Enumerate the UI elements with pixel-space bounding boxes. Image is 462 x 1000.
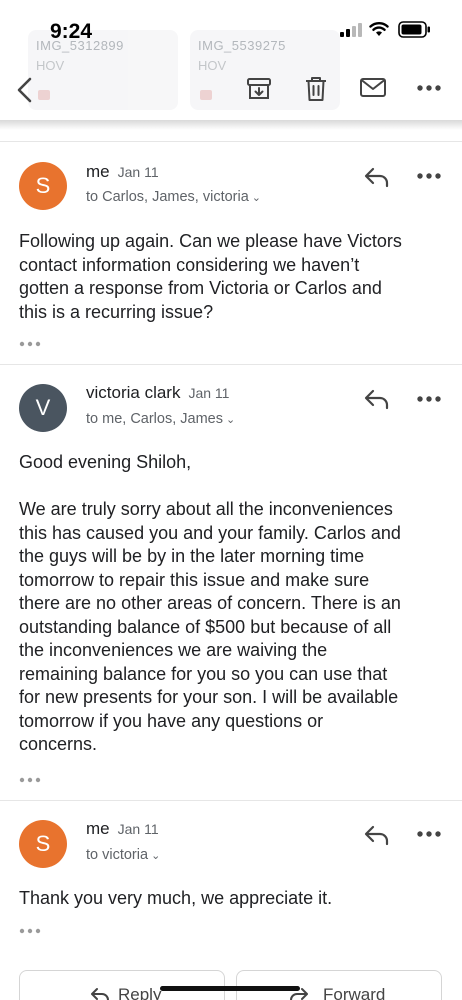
avatar[interactable]: S [19, 162, 67, 210]
message-date: Jan 11 [188, 385, 230, 401]
more-icon[interactable] [416, 76, 442, 100]
more-icon[interactable] [416, 389, 442, 409]
body-line: tomorrow if you have any questions or [19, 710, 324, 731]
reply-icon[interactable] [364, 824, 390, 846]
message-date: Jan 11 [117, 164, 159, 180]
chevron-down-icon: ⌄ [251, 192, 261, 204]
status-bar: 9:24 [0, 0, 462, 56]
sender-line: me Jan 11 [86, 819, 159, 839]
toolbar-shadow [0, 120, 462, 130]
avatar[interactable]: S [19, 820, 67, 868]
status-time: 9:24 [50, 20, 93, 43]
sender-name: me [86, 162, 110, 181]
back-icon[interactable] [14, 76, 38, 104]
body-line: Thank you very much, we appreciate it. [19, 888, 333, 908]
body-line: remaining balance for you so you can use… [19, 663, 388, 684]
forward-button[interactable]: Forward [236, 970, 442, 1000]
body-line: this is a recurring issue? [19, 301, 214, 322]
battery-icon [398, 21, 430, 38]
forward-label: Forward [323, 985, 386, 1000]
home-indicator[interactable] [160, 986, 300, 991]
body-line: We are truly sorry about all the inconve… [19, 499, 393, 519]
recipients-text: to victoria [86, 847, 149, 863]
reply-icon[interactable] [364, 388, 390, 410]
body-line: tomorrow to repair this issue and make s… [19, 569, 370, 590]
wifi-icon [369, 22, 389, 36]
message-body: Good evening Shiloh, We are truly sorry … [19, 451, 449, 757]
recipients-toggle[interactable]: to me, Carlos, James ⌄ [86, 411, 235, 427]
chevron-down-icon: ⌄ [226, 414, 236, 426]
recipients-toggle[interactable]: to Carlos, James, victoria ⌄ [86, 189, 261, 205]
chevron-down-icon: ⌄ [151, 850, 161, 862]
sender-line: me Jan 11 [86, 162, 159, 182]
sender-line: victoria clark Jan 11 [86, 383, 229, 403]
body-line: Following up again. Can we please have V… [19, 231, 402, 251]
cellular-signal-icon [340, 23, 362, 37]
mail-icon[interactable] [359, 76, 387, 100]
avatar[interactable]: V [19, 384, 67, 432]
reply-icon[interactable] [364, 166, 390, 188]
body-line: outstanding balance of $500 but because … [19, 616, 392, 637]
show-trimmed-icon[interactable] [19, 776, 41, 784]
message-date: Jan 11 [117, 821, 159, 837]
body-blank-line [19, 475, 449, 499]
body-line: Good evening Shiloh, [19, 452, 192, 472]
body-line: the guys will be by in the later morning… [19, 546, 365, 566]
delete-icon[interactable] [304, 76, 328, 102]
recipients-toggle[interactable]: to victoria ⌄ [86, 847, 160, 863]
message-divider [0, 141, 462, 142]
reply-button[interactable]: Reply [19, 970, 225, 1000]
email-thread-screen: IMG_5312899 HOV IMG_5539275 HOV 9:24 S m… [0, 0, 462, 1000]
message-divider [0, 800, 462, 801]
body-line: contact information considering we haven… [19, 254, 360, 275]
reply-icon [91, 988, 109, 1000]
body-line: there are no other areas of concern. The… [19, 593, 401, 613]
sender-name: victoria clark [86, 383, 181, 402]
body-line: concerns. [19, 734, 98, 754]
toolbar [0, 56, 462, 122]
sender-name: me [86, 819, 110, 838]
show-trimmed-icon[interactable] [19, 927, 41, 935]
message-body: Thank you very much, we appreciate it. [19, 887, 449, 911]
recipients-text: to me, Carlos, James [86, 411, 223, 427]
more-icon[interactable] [416, 166, 442, 186]
body-line: the inconveniences we are waiving the [19, 640, 328, 660]
message-divider [0, 364, 462, 365]
reply-label: Reply [118, 985, 162, 1000]
show-trimmed-icon[interactable] [19, 340, 41, 348]
archive-icon[interactable] [246, 76, 272, 102]
body-line: this has caused you and your family. Car… [19, 522, 401, 543]
more-icon[interactable] [416, 824, 442, 844]
message-body: Following up again. Can we please have V… [19, 230, 449, 324]
body-line: gotten a response from Victoria or Carlo… [19, 278, 382, 298]
body-line: for new presents for your son. I will be… [19, 687, 399, 707]
recipients-text: to Carlos, James, victoria [86, 189, 249, 205]
